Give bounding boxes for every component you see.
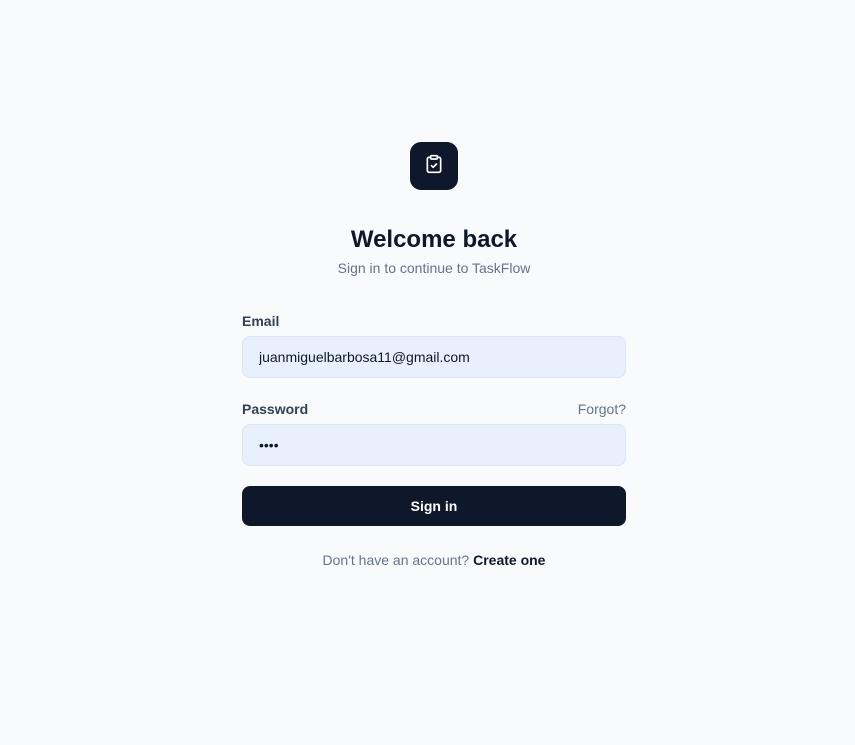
sign-in-button[interactable]: Sign in (242, 486, 626, 526)
password-label: Password (242, 400, 309, 417)
password-label-row: Password Forgot? (242, 400, 626, 417)
sign-in-form: Email Password Forgot? Sign in (242, 312, 626, 526)
page-subtitle: Sign in to continue to TaskFlow (337, 260, 531, 276)
forgot-password-link[interactable]: Forgot? (578, 401, 626, 417)
page-title: Welcome back (350, 226, 518, 253)
login-page: Welcome back Sign in to continue to Task… (0, 0, 855, 745)
email-field[interactable] (242, 336, 626, 378)
app-logo (410, 142, 458, 190)
signup-prompt: Don't have an account? Create one (0, 552, 855, 568)
signup-prompt-text: Don't have an account? (322, 552, 470, 568)
email-label-row: Email (242, 312, 626, 329)
email-label: Email (242, 312, 280, 329)
clipboard-check-icon (424, 154, 444, 179)
password-field[interactable] (242, 424, 626, 466)
create-account-link[interactable]: Create one (473, 552, 545, 568)
